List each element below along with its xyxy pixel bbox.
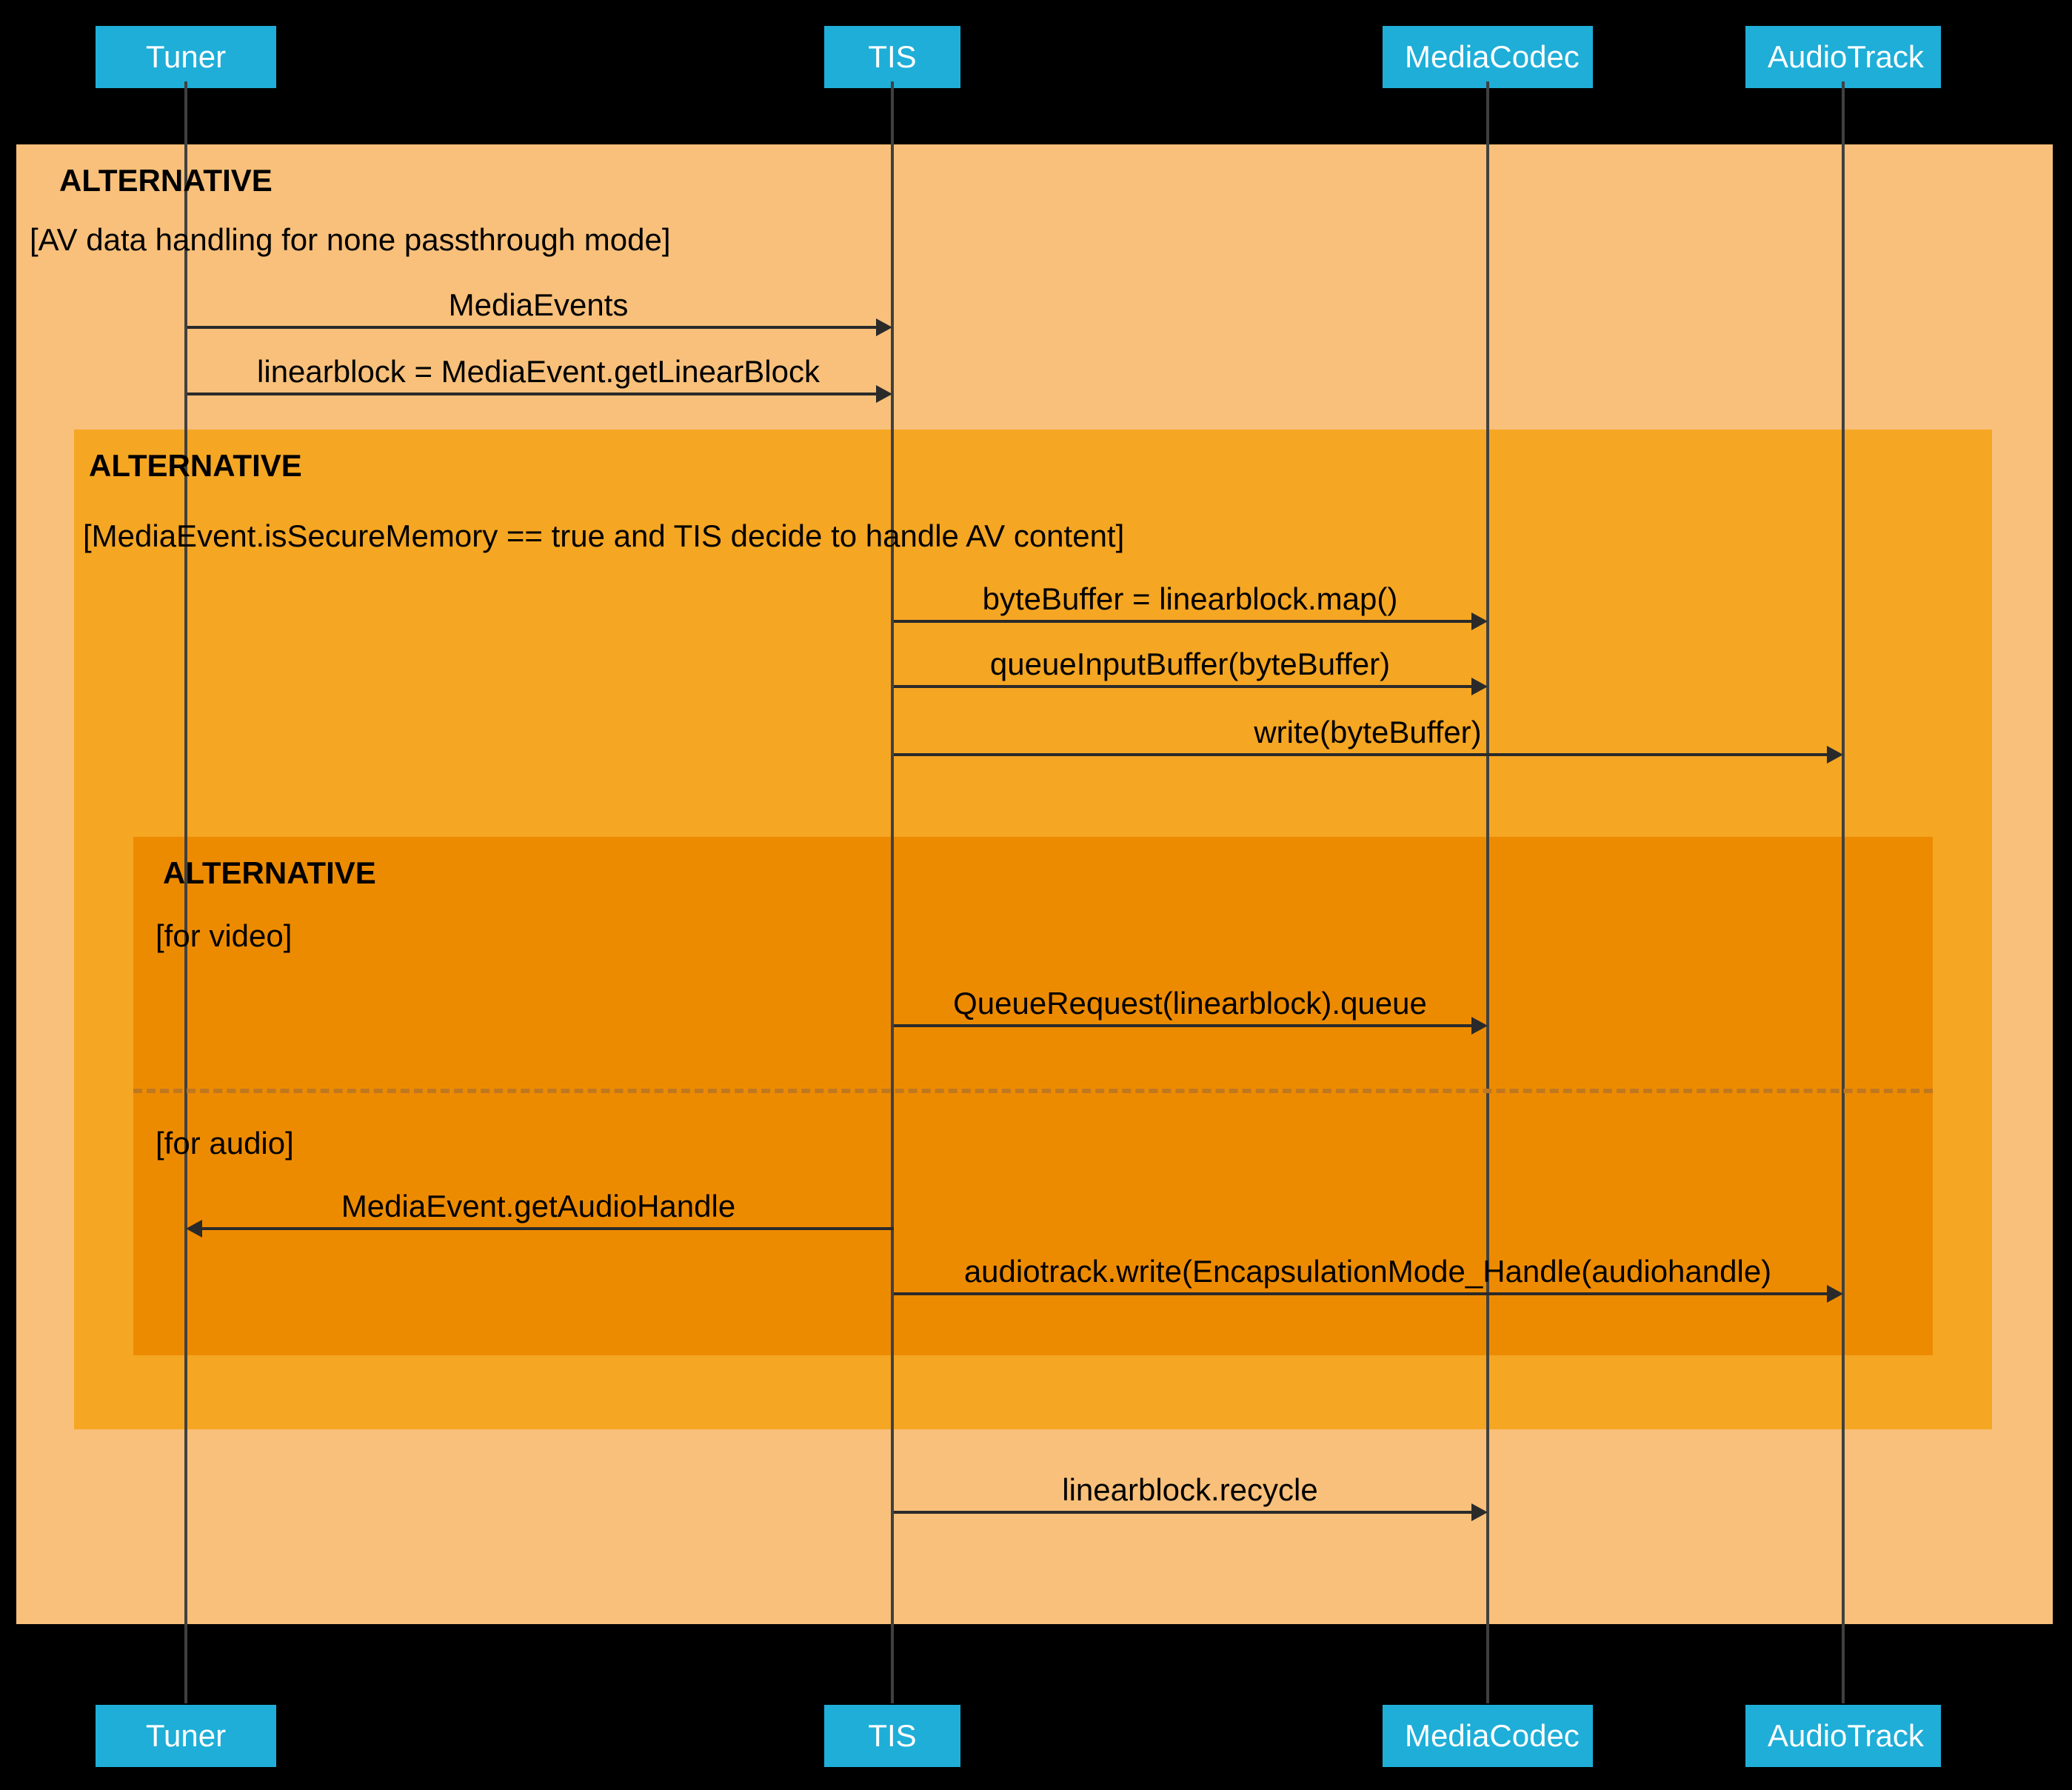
alt-header-3: ALTERNATIVE (163, 855, 376, 891)
participant-tuner-top: Tuner (94, 24, 278, 90)
msg-line-recycle (894, 1511, 1471, 1514)
alt-condition-audio: [for audio] (156, 1126, 294, 1161)
msg-arrow-write (1827, 746, 1843, 764)
participant-mediacodec-bottom: MediaCodec (1381, 1703, 1594, 1769)
lifeline-mediacodec (1486, 81, 1489, 1703)
msg-line-queuerequest (894, 1024, 1471, 1027)
msg-line-map (894, 620, 1471, 623)
msg-arrow-map (1471, 612, 1488, 630)
participant-audiotrack-bottom: AudioTrack (1744, 1703, 1942, 1769)
msg-arrow-recycle (1471, 1503, 1488, 1521)
msg-label-write: write(byteBuffer) (892, 715, 1843, 750)
msg-arrow-getlinearblock (876, 385, 892, 403)
participant-audiotrack-top: AudioTrack (1744, 24, 1942, 90)
msg-label-getaudiohandle: MediaEvent.getAudioHandle (185, 1189, 892, 1224)
msg-line-write (894, 753, 1827, 756)
alt-condition-1: [AV data handling for none passthrough m… (30, 222, 671, 258)
participant-tuner-bottom: Tuner (94, 1703, 278, 1769)
alt-header-1: ALTERNATIVE (59, 163, 273, 198)
msg-label-queueinput: queueInputBuffer(byteBuffer) (892, 647, 1488, 682)
msg-line-getaudiohandle (202, 1227, 894, 1230)
msg-arrow-getaudiohandle (186, 1220, 202, 1238)
alt-divider (133, 1089, 1933, 1093)
alt-condition-2: [MediaEvent.isSecureMemory == true and T… (83, 518, 1124, 554)
msg-line-mediaevents (187, 326, 876, 329)
msg-label-queuerequest: QueueRequest(linearblock).queue (892, 986, 1488, 1021)
msg-arrow-queueinput (1471, 678, 1488, 695)
alt-header-2: ALTERNATIVE (89, 448, 302, 484)
lifeline-audiotrack (1842, 81, 1845, 1703)
participant-tis-top: TIS (823, 24, 962, 90)
msg-arrow-queuerequest (1471, 1017, 1488, 1035)
participant-mediacodec-top: MediaCodec (1381, 24, 1594, 90)
msg-line-audiowrite (894, 1292, 1827, 1295)
msg-label-recycle: linearblock.recycle (892, 1472, 1488, 1508)
msg-line-queueinput (894, 685, 1471, 688)
lifeline-tuner (184, 81, 187, 1703)
msg-label-mediaevents: MediaEvents (185, 287, 892, 323)
msg-arrow-mediaevents (876, 318, 892, 336)
msg-arrow-audiowrite (1827, 1285, 1843, 1303)
msg-line-getlinearblock (187, 393, 876, 395)
msg-label-audiowrite: audiotrack.write(EncapsulationMode_Handl… (892, 1254, 1843, 1289)
msg-label-getlinearblock: linearblock = MediaEvent.getLinearBlock (185, 354, 892, 390)
msg-label-map: byteBuffer = linearblock.map() (892, 581, 1488, 617)
participant-tis-bottom: TIS (823, 1703, 962, 1769)
alt-condition-video: [for video] (156, 918, 292, 954)
